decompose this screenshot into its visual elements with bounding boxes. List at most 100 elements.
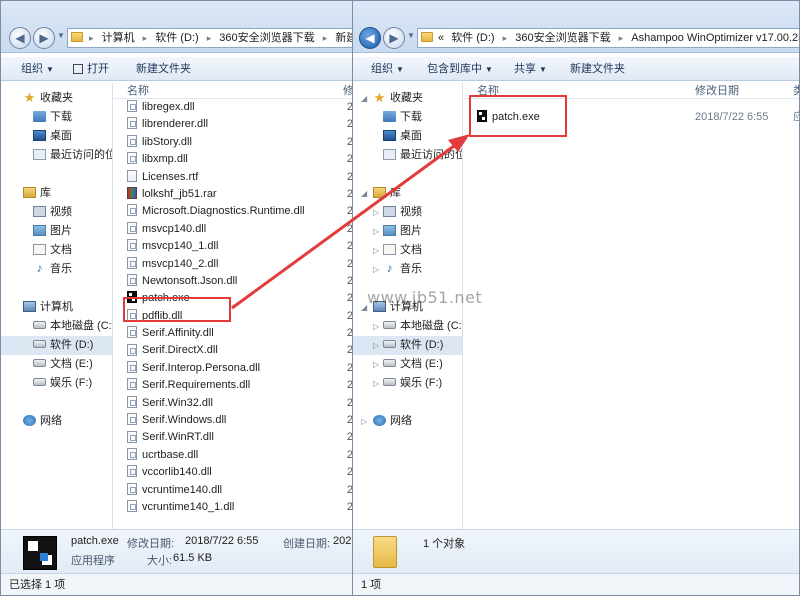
recent-pages-dropdown-icon[interactable]: ▼ bbox=[407, 31, 415, 40]
file-row[interactable]: vccorlib140.dll2 bbox=[127, 464, 352, 481]
nav-favorites[interactable]: ★ 收藏夹 bbox=[1, 89, 112, 108]
expand-arrow-icon[interactable]: ◢ bbox=[361, 184, 367, 203]
breadcrumb-segment[interactable]: 360安全浏览器下载 bbox=[217, 32, 316, 44]
nav-recent-places[interactable]: 最近访问的位 bbox=[1, 146, 112, 165]
file-row[interactable]: patch.exe2 bbox=[127, 290, 352, 307]
file-row[interactable]: Serif.Requirements.dll2 bbox=[127, 377, 352, 394]
nav-music[interactable]: ♪ 音乐 bbox=[1, 260, 112, 279]
forward-button[interactable]: ▶ bbox=[383, 27, 405, 49]
file-row[interactable]: Serif.Interop.Persona.dll2 bbox=[127, 360, 352, 377]
breadcrumb-overflow-icon[interactable]: « bbox=[436, 32, 446, 44]
nav-drive-d[interactable]: 软件 (D:) bbox=[1, 336, 112, 355]
collapse-arrow-icon[interactable]: ▷ bbox=[373, 374, 379, 393]
file-row[interactable]: pdflib.dll2 bbox=[127, 308, 352, 325]
breadcrumb-segment[interactable]: 新建文 bbox=[333, 32, 352, 44]
nav-desktop[interactable]: 桌面 bbox=[353, 127, 462, 146]
open-button[interactable]: 打开 bbox=[65, 57, 117, 81]
new-folder-button[interactable]: 新建文件夹 bbox=[128, 57, 199, 81]
file-row[interactable]: msvcp140_1.dll2 bbox=[127, 238, 352, 255]
nav-videos[interactable]: ▷ 视频 bbox=[353, 203, 462, 222]
nav-label: 本地磁盘 (C:) bbox=[400, 320, 463, 332]
breadcrumb[interactable]: ▸ 计算机 ▸ 软件 (D:) ▸ 360安全浏览器下载 ▸ 新建文 bbox=[67, 28, 352, 48]
file-row[interactable]: Serif.DirectX.dll2 bbox=[127, 342, 352, 359]
collapse-arrow-icon[interactable]: ▷ bbox=[361, 412, 367, 431]
breadcrumb-segment[interactable]: 软件 (D:) bbox=[153, 32, 200, 44]
breadcrumb-segment[interactable]: 360安全浏览器下载 bbox=[513, 32, 612, 44]
back-button[interactable]: ◀ bbox=[359, 27, 381, 49]
nav-drive-e[interactable]: 文档 (E:) bbox=[1, 355, 112, 374]
nav-computer[interactable]: 计算机 bbox=[1, 298, 112, 317]
status-text: 1 项 bbox=[361, 579, 382, 591]
column-header-name[interactable]: 名称 bbox=[477, 83, 499, 99]
breadcrumb-segment[interactable]: 软件 (D:) bbox=[449, 32, 496, 44]
file-row[interactable]: Licenses.rtf2 bbox=[127, 169, 352, 186]
file-name: vcruntime140.dll bbox=[142, 483, 223, 496]
details-pane: patch.exe 修改日期: 2018/7/22 6:55 创建日期: 202… bbox=[1, 529, 352, 573]
file-row[interactable]: vcruntime140.dll2 bbox=[127, 482, 352, 499]
include-in-library-button[interactable]: 包含到库中 ▼ bbox=[419, 57, 501, 82]
nav-desktop[interactable]: 桌面 bbox=[1, 127, 112, 146]
nav-videos[interactable]: 视频 bbox=[1, 203, 112, 222]
nav-music[interactable]: ▷ ♪ 音乐 bbox=[353, 260, 462, 279]
file-row[interactable]: patch.exe 2018/7/22 6:55 应 bbox=[477, 109, 799, 126]
nav-recent-places[interactable]: 最近访问的位 bbox=[353, 146, 462, 165]
file-row[interactable]: Serif.WinRT.dll2 bbox=[127, 429, 352, 446]
nav-libraries[interactable]: 库 bbox=[1, 184, 112, 203]
file-row[interactable]: msvcp140.dll2 bbox=[127, 221, 352, 238]
nav-drive-c[interactable]: 本地磁盘 (C:) bbox=[1, 317, 112, 336]
collapse-arrow-icon[interactable]: ▷ bbox=[373, 241, 379, 260]
nav-favorites[interactable]: ◢ ★ 收藏夹 bbox=[353, 89, 462, 108]
organize-button[interactable]: 组织 ▼ bbox=[13, 57, 62, 82]
collapse-arrow-icon[interactable]: ▷ bbox=[373, 317, 379, 336]
nav-network[interactable]: ▷ 网络 bbox=[353, 412, 462, 431]
nav-pictures[interactable]: ▷ 图片 bbox=[353, 222, 462, 241]
new-folder-button[interactable]: 新建文件夹 bbox=[562, 57, 633, 81]
expand-arrow-icon[interactable]: ◢ bbox=[361, 89, 367, 108]
share-button[interactable]: 共享 ▼ bbox=[506, 57, 555, 82]
nav-label: 计算机 bbox=[40, 301, 73, 313]
collapse-arrow-icon[interactable]: ▷ bbox=[373, 355, 379, 374]
back-button[interactable]: ◀ bbox=[9, 27, 31, 49]
nav-network[interactable]: 网络 bbox=[1, 412, 112, 431]
nav-drive-d[interactable]: ▷ 软件 (D:) bbox=[353, 336, 462, 355]
file-row[interactable]: libregex.dll2 bbox=[127, 99, 352, 116]
file-row[interactable]: lolkshf_jb51.rar2 bbox=[127, 186, 352, 203]
file-row[interactable]: Newtonsoft.Json.dll2 bbox=[127, 273, 352, 290]
breadcrumb-segment[interactable]: 计算机 bbox=[100, 32, 137, 44]
file-row[interactable]: ucrtbase.dll2 bbox=[127, 447, 352, 464]
recent-pages-dropdown-icon[interactable]: ▼ bbox=[57, 31, 65, 40]
column-header-modified[interactable]: 修 bbox=[343, 83, 352, 99]
breadcrumb-segment[interactable]: Ashampoo WinOptimizer v17.00.25 bbox=[629, 32, 799, 44]
collapse-arrow-icon[interactable]: ▷ bbox=[373, 336, 379, 355]
organize-button[interactable]: 组织 ▼ bbox=[363, 57, 412, 82]
nav-drive-e[interactable]: ▷ 文档 (E:) bbox=[353, 355, 462, 374]
nav-documents[interactable]: ▷ 文档 bbox=[353, 241, 462, 260]
file-row[interactable]: Serif.Windows.dll2 bbox=[127, 412, 352, 429]
collapse-arrow-icon[interactable]: ▷ bbox=[373, 203, 379, 222]
breadcrumb[interactable]: « 软件 (D:) ▸ 360安全浏览器下载 ▸ Ashampoo WinOpt… bbox=[417, 28, 799, 48]
nav-downloads[interactable]: 下载 bbox=[1, 108, 112, 127]
nav-drive-f[interactable]: 娱乐 (F:) bbox=[1, 374, 112, 393]
column-header-modified[interactable]: 修改日期 bbox=[695, 83, 739, 99]
hard-drive-icon bbox=[383, 378, 396, 387]
file-row[interactable]: vcruntime140_1.dll2 bbox=[127, 499, 352, 516]
file-row[interactable]: libStory.dll2 bbox=[127, 134, 352, 151]
nav-pictures[interactable]: 图片 bbox=[1, 222, 112, 241]
file-row[interactable]: libxmp.dll2 bbox=[127, 151, 352, 168]
file-row[interactable]: Serif.Affinity.dll2 bbox=[127, 325, 352, 342]
new-folder-label: 新建文件夹 bbox=[569, 63, 625, 75]
column-header-name[interactable]: 名称 bbox=[127, 83, 149, 99]
column-header-type[interactable]: 类 bbox=[793, 83, 799, 99]
nav-downloads[interactable]: 下载 bbox=[353, 108, 462, 127]
nav-documents[interactable]: 文档 bbox=[1, 241, 112, 260]
forward-button[interactable]: ▶ bbox=[33, 27, 55, 49]
nav-drive-c[interactable]: ▷ 本地磁盘 (C:) bbox=[353, 317, 462, 336]
file-row[interactable]: Serif.Win32.dll2 bbox=[127, 395, 352, 412]
file-row[interactable]: librenderer.dll2 bbox=[127, 116, 352, 133]
nav-drive-f[interactable]: ▷ 娱乐 (F:) bbox=[353, 374, 462, 393]
collapse-arrow-icon[interactable]: ▷ bbox=[373, 260, 379, 279]
file-row[interactable]: Microsoft.Diagnostics.Runtime.dll2 bbox=[127, 203, 352, 220]
collapse-arrow-icon[interactable]: ▷ bbox=[373, 222, 379, 241]
file-row[interactable]: msvcp140_2.dll2 bbox=[127, 256, 352, 273]
nav-libraries[interactable]: ◢ 库 bbox=[353, 184, 462, 203]
